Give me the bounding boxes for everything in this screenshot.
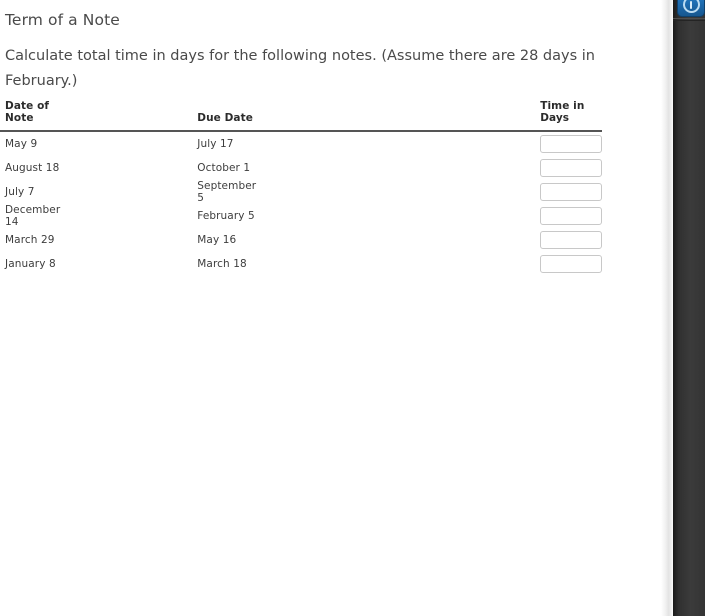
instructions-text: Calculate total time in days for the fol… [5, 48, 595, 89]
cell-time-in-days [256, 131, 603, 156]
time-in-days-input[interactable] [540, 135, 603, 153]
time-in-days-input[interactable] [540, 207, 603, 225]
right-side-panel [673, 0, 705, 616]
cell-time-in-days [256, 204, 603, 228]
time-in-days-input[interactable] [540, 159, 603, 177]
cell-time-in-days [256, 156, 603, 180]
cell-time-in-days [256, 180, 603, 204]
cell-due-date: September 5 [197, 180, 257, 204]
content-page: Term of a Note Calculate total time in d… [0, 0, 661, 616]
cell-date-of-note: January 8 [5, 258, 56, 270]
page-title: Term of a Note [5, 11, 120, 29]
cell-due-date: February 5 [197, 210, 255, 222]
cell-due-date: July 17 [197, 138, 234, 150]
cell-due-date: October 1 [197, 162, 251, 174]
table-row: January 8 March 18 [0, 252, 603, 276]
cell-time-in-days [256, 252, 603, 276]
info-icon-glyph [689, 0, 693, 9]
cell-due-date: May 16 [197, 234, 237, 246]
time-in-days-input[interactable] [540, 183, 603, 201]
cell-due-date: March 18 [197, 258, 247, 270]
notes-table: Date of Note Due Date Time in Days May 9… [0, 100, 603, 276]
cell-date-of-note: May 9 [5, 138, 38, 150]
table-header-row: Date of Note Due Date Time in Days [0, 100, 603, 132]
cell-date-of-note: March 29 [5, 234, 55, 246]
time-in-days-input[interactable] [540, 255, 603, 273]
table-row: May 9 July 17 [0, 131, 603, 156]
table-row: August 18 October 1 [0, 156, 603, 180]
info-button[interactable] [677, 0, 705, 17]
cell-date-of-note: August 18 [5, 162, 60, 174]
vertical-scrollbar[interactable] [661, 0, 673, 616]
column-header-due-date: Due Date [60, 100, 257, 132]
table-row: July 7 September 5 [0, 180, 603, 204]
column-header-time-in-days: Time in Days [256, 100, 603, 132]
cell-date-of-note: July 7 [5, 186, 35, 198]
panel-divider-shadow [673, 20, 705, 21]
panel-divider [673, 18, 705, 19]
column-header-date-of-note: Date of Note [0, 100, 61, 132]
table-row: December 14 February 5 [0, 204, 603, 228]
info-circle-icon [682, 0, 700, 13]
notes-table-body: May 9 July 17 August 18 October 1 July 7 Sept… [0, 131, 603, 276]
table-row: March 29 May 16 [0, 228, 603, 252]
cell-time-in-days [256, 228, 603, 252]
cell-date-of-note: December 14 [5, 204, 61, 228]
time-in-days-input[interactable] [540, 231, 603, 249]
